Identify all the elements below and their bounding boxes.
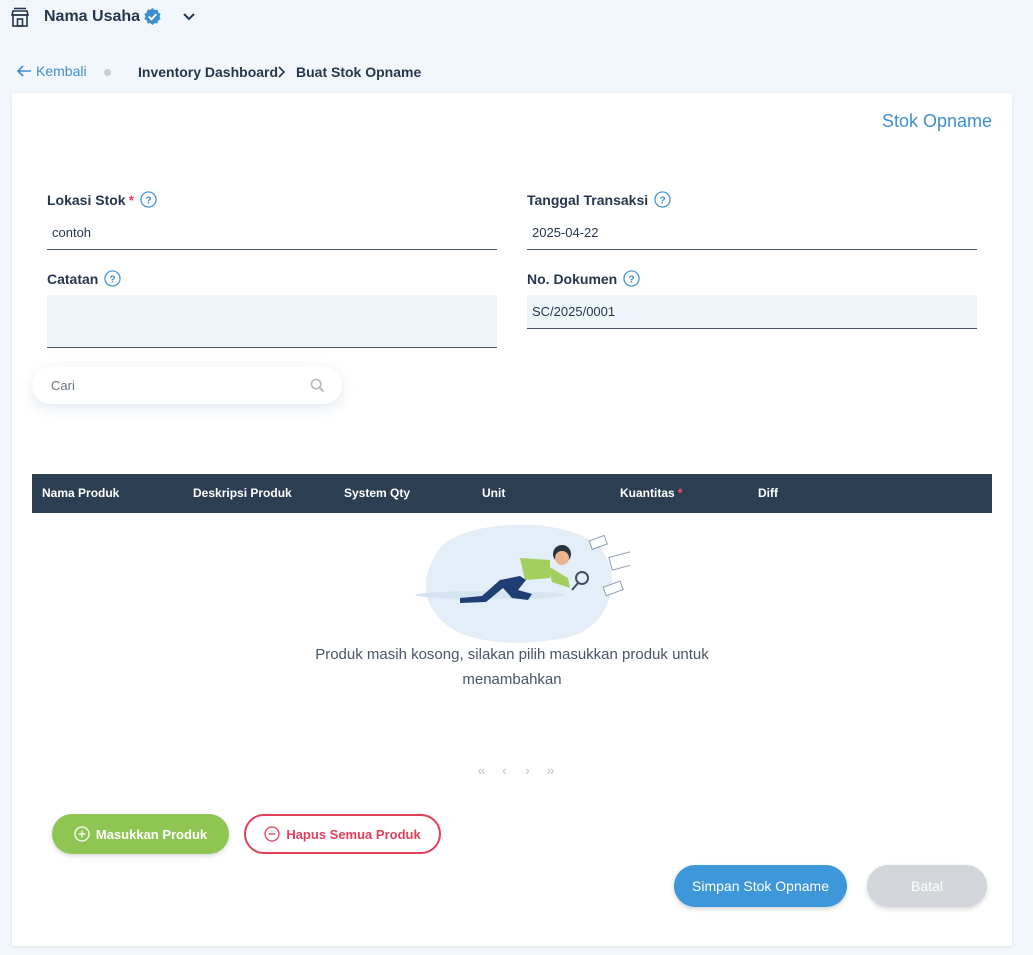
column-system-qty: System Qty bbox=[344, 486, 411, 500]
tanggal-transaksi-label: Tanggal Transaksi ? bbox=[527, 191, 671, 208]
column-deskripsi-produk: Deskripsi Produk bbox=[193, 486, 292, 500]
lokasi-stok-field[interactable]: contoh bbox=[47, 216, 497, 250]
chevron-down-icon[interactable] bbox=[180, 8, 198, 26]
column-unit: Unit bbox=[482, 486, 506, 500]
empty-state-message: Produk masih kosong, silakan pilih masuk… bbox=[315, 646, 709, 688]
catatan-textarea[interactable] bbox=[47, 295, 497, 348]
top-bar: Nama Usaha bbox=[0, 0, 1033, 36]
back-link[interactable]: Kembali bbox=[16, 63, 87, 79]
required-mark: * bbox=[677, 486, 683, 500]
svg-text:?: ? bbox=[629, 274, 635, 285]
svg-text:?: ? bbox=[145, 195, 151, 206]
help-icon[interactable]: ? bbox=[104, 270, 122, 287]
column-kuantitas: Kuantitas * bbox=[620, 486, 682, 500]
pagination-next[interactable]: › bbox=[516, 762, 539, 778]
column-kuantitas-label: Kuantitas bbox=[620, 486, 675, 500]
svg-text:?: ? bbox=[110, 274, 116, 285]
stock-opname-card: Stok Opname Lokasi Stok * ? contoh Tangg… bbox=[12, 93, 1012, 946]
no-dokumen-label-text: No. Dokumen bbox=[527, 270, 618, 287]
catatan-label: Catatan ? bbox=[47, 270, 122, 287]
remove-all-products-button[interactable]: Hapus Semua Produk bbox=[244, 814, 441, 854]
help-icon[interactable]: ? bbox=[654, 191, 671, 208]
arrow-left-icon bbox=[16, 65, 31, 77]
help-icon[interactable]: ? bbox=[623, 270, 640, 287]
empty-state-illustration bbox=[415, 524, 630, 643]
minus-circle-icon bbox=[264, 826, 280, 842]
column-diff: Diff bbox=[758, 486, 778, 500]
column-nama-produk: Nama Produk bbox=[42, 486, 120, 500]
add-products-label: Masukkan Produk bbox=[95, 826, 208, 842]
breadcrumb-current-page: Buat Stok Opname bbox=[296, 64, 422, 80]
search-box bbox=[32, 367, 342, 404]
breadcrumb-separator-dot bbox=[104, 69, 111, 76]
cancel-button[interactable]: Batal bbox=[867, 865, 987, 907]
no-dokumen-label: No. Dokumen ? bbox=[527, 270, 640, 287]
remove-all-products-label: Hapus Semua Produk bbox=[286, 826, 421, 842]
pagination: «‹ ›» bbox=[470, 762, 562, 778]
lokasi-stok-label-text: Lokasi Stok bbox=[47, 191, 126, 208]
business-name[interactable]: Nama Usaha bbox=[44, 8, 140, 26]
page-title: Stok Opname bbox=[881, 111, 992, 131]
chevron-right-icon bbox=[278, 66, 286, 78]
pagination-prev[interactable]: ‹ bbox=[493, 762, 516, 778]
breadcrumb-inventory-dashboard[interactable]: Inventory Dashboard bbox=[138, 64, 278, 80]
product-table-header: Nama Produk Deskripsi Produk System Qty … bbox=[32, 474, 992, 513]
save-stock-opname-button[interactable]: Simpan Stok Opname bbox=[674, 865, 847, 907]
catatan-label-text: Catatan bbox=[47, 270, 99, 287]
required-mark: * bbox=[128, 191, 135, 208]
pagination-first[interactable]: « bbox=[470, 762, 493, 778]
tanggal-transaksi-field[interactable]: 2025-04-22 bbox=[527, 216, 977, 250]
store-icon bbox=[11, 7, 29, 27]
add-products-button[interactable]: Masukkan Produk bbox=[52, 814, 229, 854]
search-input[interactable] bbox=[32, 367, 292, 404]
plus-circle-icon bbox=[74, 826, 90, 842]
help-icon[interactable]: ? bbox=[140, 191, 157, 208]
pagination-last[interactable]: » bbox=[539, 762, 562, 778]
back-link-label: Kembali bbox=[36, 63, 87, 79]
no-dokumen-field[interactable]: SC/2025/0001 bbox=[527, 295, 977, 329]
tanggal-transaksi-label-text: Tanggal Transaksi bbox=[527, 191, 649, 208]
search-icon[interactable] bbox=[310, 378, 325, 393]
verified-badge-icon bbox=[144, 7, 161, 26]
lokasi-stok-label: Lokasi Stok * ? bbox=[47, 191, 157, 208]
svg-text:?: ? bbox=[659, 195, 665, 206]
